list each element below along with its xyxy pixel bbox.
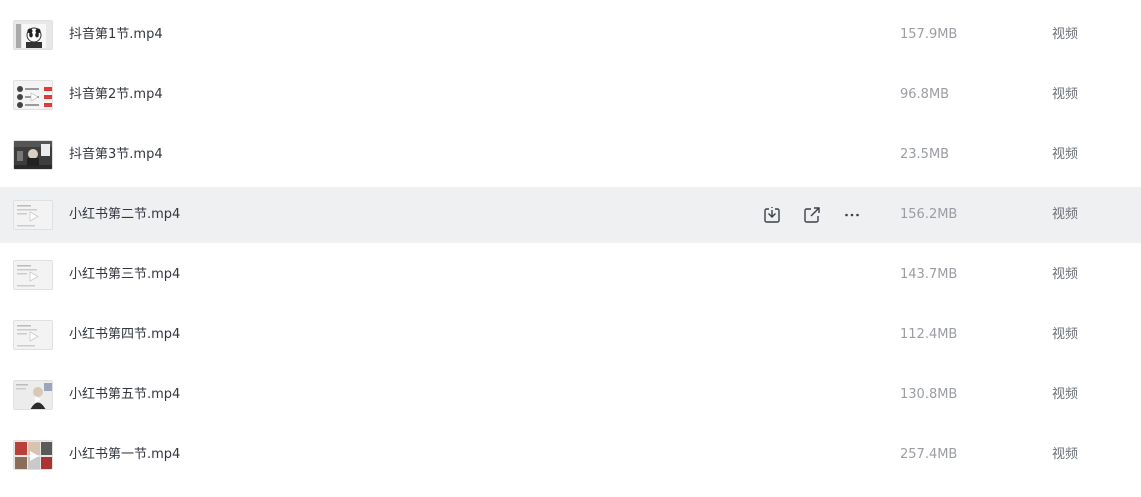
share-button[interactable] [800,203,824,227]
file-row[interactable]: 抖音第3节.mp4 23.5MB 视频 [0,127,1141,183]
file-size: 257.4MB [900,447,958,462]
file-name[interactable]: 小红书第四节.mp4 [69,326,180,344]
file-row[interactable]: 小红书第五节.mp4 130.8MB 视频 [0,367,1141,423]
file-size: 143.7MB [900,267,958,282]
video-thumbnail [13,320,53,350]
file-name[interactable]: 小红书第三节.mp4 [69,266,180,284]
file-name[interactable]: 抖音第3节.mp4 [69,146,163,164]
file-size: 156.2MB [900,207,958,222]
file-name[interactable]: 小红书第一节.mp4 [69,446,180,464]
file-type: 视频 [1052,87,1079,102]
file-type: 视频 [1052,267,1079,282]
file-size: 112.4MB [900,327,958,342]
file-name[interactable]: 抖音第1节.mp4 [69,26,163,44]
download-icon [764,207,780,223]
row-actions [760,203,880,227]
file-list: 抖音第1节.mp4 157.9MB 视频 抖音第2节.mp4 96.8MB 视频 [0,0,1141,497]
file-type: 视频 [1052,207,1079,222]
video-thumbnail [13,80,53,110]
file-name[interactable]: 小红书第二节.mp4 [69,206,180,224]
share-icon [804,207,820,223]
download-button[interactable] [760,203,784,227]
file-row[interactable]: 小红书第二节.mp4 156.2MB 视频 [0,187,1141,243]
file-row[interactable]: 抖音第1节.mp4 157.9MB 视频 [0,7,1141,63]
file-type: 视频 [1052,447,1079,462]
file-row[interactable]: 小红书第三节.mp4 143.7MB 视频 [0,247,1141,303]
video-thumbnail [13,440,53,470]
file-size: 130.8MB [900,387,958,402]
file-row[interactable]: 小红书第四节.mp4 112.4MB 视频 [0,307,1141,363]
file-type: 视频 [1052,27,1079,42]
video-thumbnail [13,200,53,230]
more-icon [845,213,859,217]
file-size: 157.9MB [900,27,958,42]
video-thumbnail [13,20,53,50]
file-size: 96.8MB [900,87,950,102]
file-name[interactable]: 抖音第2节.mp4 [69,86,163,104]
video-thumbnail [13,260,53,290]
file-type: 视频 [1052,387,1079,402]
file-row[interactable]: 小红书第一节.mp4 257.4MB 视频 [0,427,1141,483]
file-type: 视频 [1052,147,1079,162]
file-type: 视频 [1052,327,1079,342]
video-thumbnail [13,380,53,410]
file-row[interactable]: 抖音第2节.mp4 96.8MB 视频 [0,67,1141,123]
more-button[interactable] [840,203,864,227]
file-name[interactable]: 小红书第五节.mp4 [69,386,180,404]
file-size: 23.5MB [900,147,950,162]
video-thumbnail [13,140,53,170]
